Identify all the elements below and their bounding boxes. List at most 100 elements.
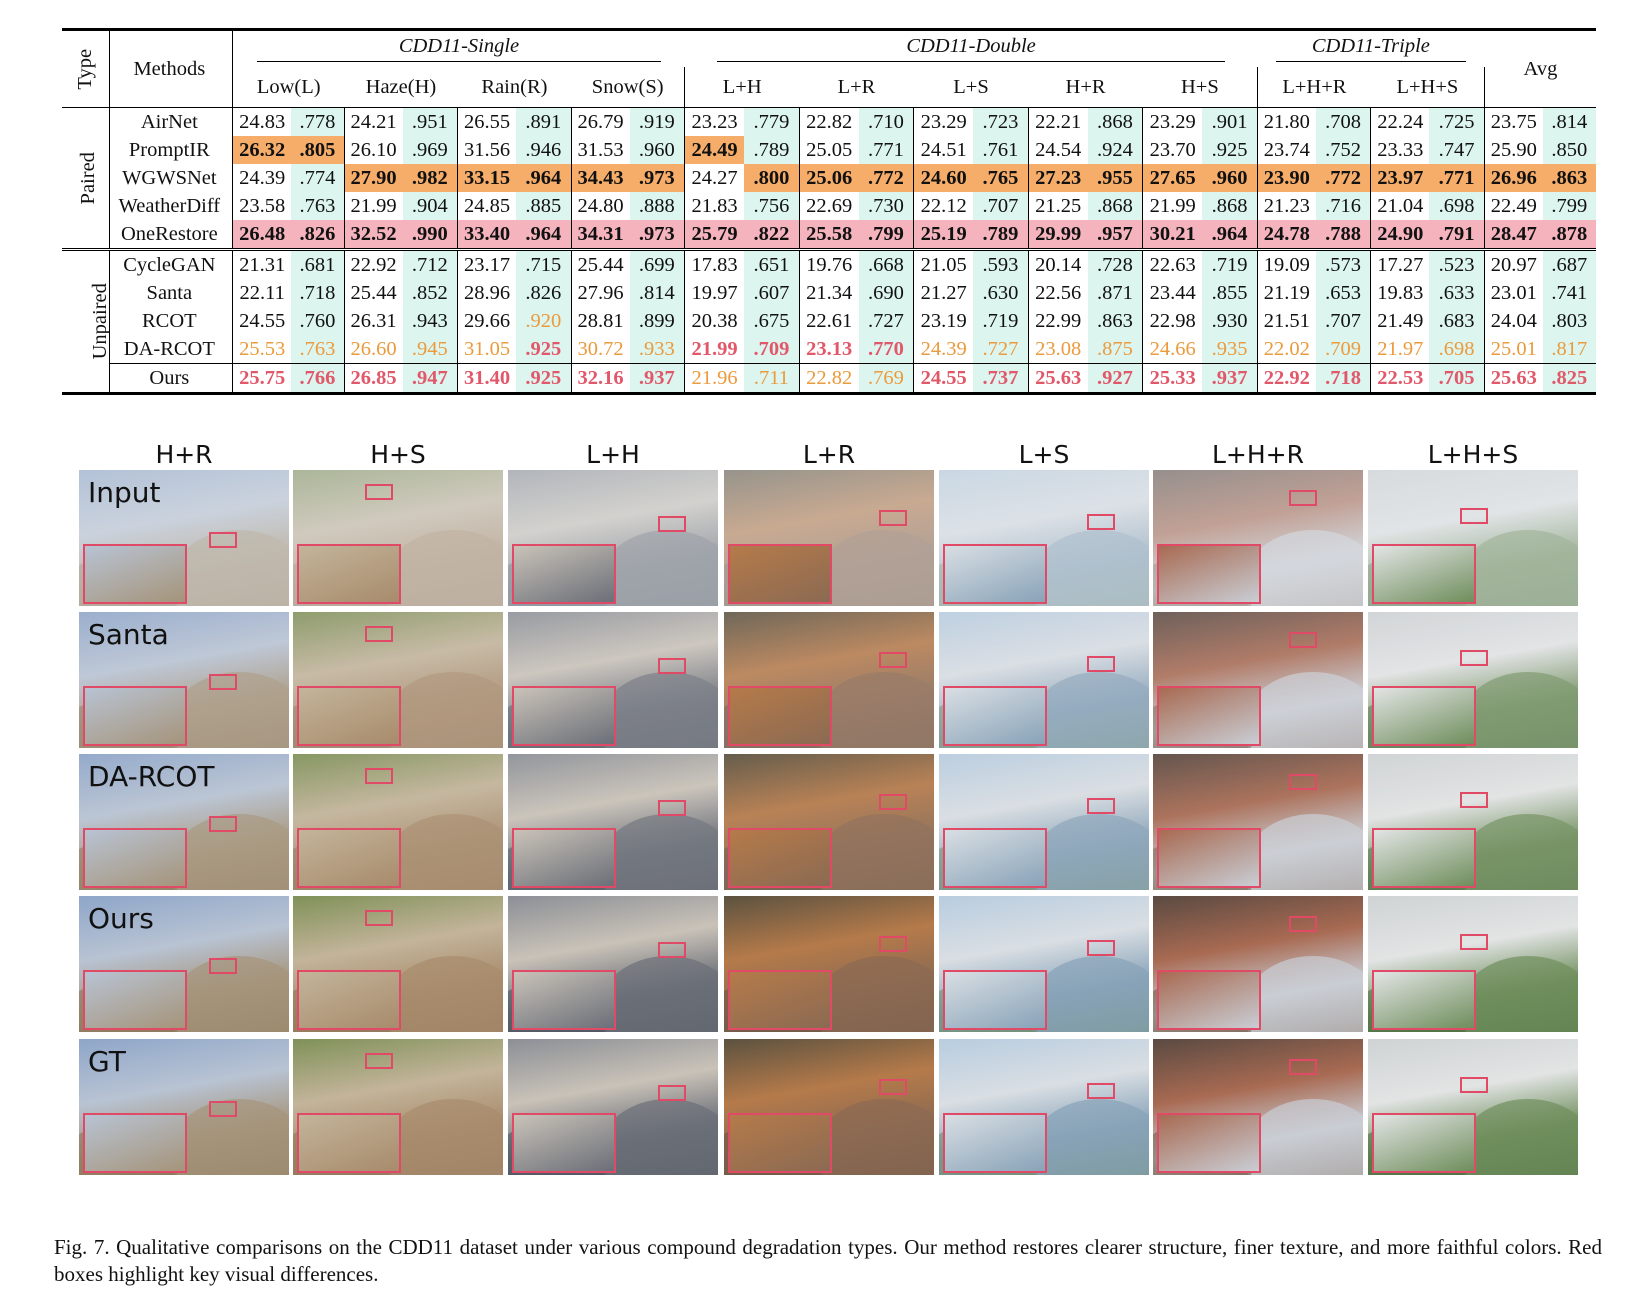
zoom-inset <box>83 1113 187 1173</box>
psnr-value: 19.97 <box>684 279 745 307</box>
ssim-value: .741 <box>1542 279 1596 307</box>
column-header: H+S <box>1142 67 1258 108</box>
psnr-value: 21.97 <box>1370 335 1430 364</box>
ssim-value: .825 <box>1542 363 1596 395</box>
roi-box <box>1460 650 1488 666</box>
haze-overlay <box>939 612 1149 748</box>
psnr-value: 22.24 <box>1370 107 1430 136</box>
ssim-value: .799 <box>858 220 915 250</box>
ssim-value: .772 <box>858 164 915 192</box>
ssim-value: .925 <box>516 363 572 395</box>
restoration-image <box>1153 612 1363 748</box>
ssim-value: .737 <box>973 363 1029 395</box>
image-shape <box>724 839 824 890</box>
zoom-inset <box>728 544 832 604</box>
haze-overlay <box>1153 612 1363 748</box>
image-shape <box>1243 956 1363 1032</box>
ssim-value: .716 <box>1315 192 1372 220</box>
ssim-value: .765 <box>973 164 1029 192</box>
table-row: PromptIR 26.32.805 26.10.969 31.56.946 31.53… <box>62 136 1596 164</box>
psnr-value: 21.49 <box>1370 307 1430 335</box>
ssim-value: .630 <box>973 279 1029 307</box>
zoom-inset <box>83 686 187 746</box>
image-background <box>508 470 718 606</box>
ssim-value: .924 <box>1087 136 1144 164</box>
psnr-value: 25.44 <box>571 248 630 279</box>
ssim-value: .653 <box>1315 279 1372 307</box>
roi-box <box>365 768 393 784</box>
ssim-value: .607 <box>744 279 800 307</box>
psnr-value: 23.19 <box>913 307 974 335</box>
psnr-value: 27.23 <box>1028 164 1088 192</box>
image-shape <box>383 1099 503 1175</box>
ssim-value: .769 <box>858 363 915 395</box>
zoom-inset <box>297 544 401 604</box>
restoration-image <box>1368 1039 1578 1175</box>
roi-box <box>365 910 393 926</box>
restoration-image <box>79 470 289 606</box>
ssim-value: .719 <box>973 307 1029 335</box>
figure-column-label: L+H <box>586 440 640 469</box>
roi-box <box>658 1085 686 1101</box>
image-shape <box>169 956 289 1032</box>
zoom-inset <box>297 1113 401 1173</box>
column-header: L+R <box>799 67 914 108</box>
image-shape <box>814 672 934 748</box>
image-shape <box>383 956 503 1032</box>
psnr-value: 23.44 <box>1142 279 1203 307</box>
restoration-image <box>1368 754 1578 890</box>
table-row: RCOT 24.55.760 26.31.943 29.66.920 28.81.899… <box>62 307 1596 335</box>
zoom-inset <box>83 970 187 1030</box>
haze-overlay <box>1153 754 1363 890</box>
ssim-value: .727 <box>858 307 915 335</box>
image-shape <box>79 981 179 1032</box>
ssim-value: .973 <box>629 220 686 250</box>
psnr-value: 23.97 <box>1370 164 1430 192</box>
zoom-inset <box>943 686 1047 746</box>
haze-overlay <box>293 612 503 748</box>
psnr-value: 23.29 <box>1142 107 1203 136</box>
zoom-inset <box>728 828 832 888</box>
ssim-value: .826 <box>516 279 572 307</box>
ssim-value: .863 <box>1087 307 1144 335</box>
image-shape <box>724 555 824 606</box>
psnr-value: 21.05 <box>913 248 974 279</box>
image-background <box>724 896 934 1032</box>
ssim-value: .904 <box>402 192 459 220</box>
psnr-value: 23.58 <box>232 192 292 220</box>
ssim-value: .933 <box>629 335 686 364</box>
image-background <box>939 896 1149 1032</box>
psnr-value: 31.40 <box>457 363 516 395</box>
zoom-inset <box>512 828 616 888</box>
zoom-inset <box>1157 544 1261 604</box>
ssim-value: .955 <box>1087 164 1144 192</box>
roi-box <box>1087 1083 1115 1099</box>
image-shape <box>383 672 503 748</box>
psnr-value: 21.25 <box>1028 192 1088 220</box>
ssim-value: .803 <box>1542 307 1596 335</box>
psnr-value: 28.96 <box>457 279 516 307</box>
psnr-value: 25.90 <box>1484 136 1543 164</box>
psnr-value: 26.60 <box>344 335 403 364</box>
psnr-value: 24.90 <box>1370 220 1430 250</box>
zoom-inset <box>728 970 832 1030</box>
image-shape <box>1243 672 1363 748</box>
image-shape <box>939 981 1039 1032</box>
image-shape <box>1243 814 1363 890</box>
image-shape <box>1458 814 1578 890</box>
ssim-value: .668 <box>858 248 915 279</box>
zoom-inset <box>83 828 187 888</box>
table-row: Paired AirNet 24.83.778 24.21.951 26.55.891 2… <box>62 107 1596 250</box>
roi-box <box>879 510 907 526</box>
psnr-value: 21.19 <box>1257 279 1316 307</box>
image-shape <box>1029 530 1149 606</box>
image-background <box>79 754 289 890</box>
psnr-value: 21.51 <box>1257 307 1316 335</box>
ssim-value: .760 <box>291 307 345 335</box>
image-background <box>508 612 718 748</box>
zoom-inset <box>1372 544 1476 604</box>
restoration-image <box>293 612 503 748</box>
image-shape <box>1243 1099 1363 1175</box>
roi-box <box>1460 792 1488 808</box>
figure-row-label: DA-RCOT <box>88 760 215 793</box>
